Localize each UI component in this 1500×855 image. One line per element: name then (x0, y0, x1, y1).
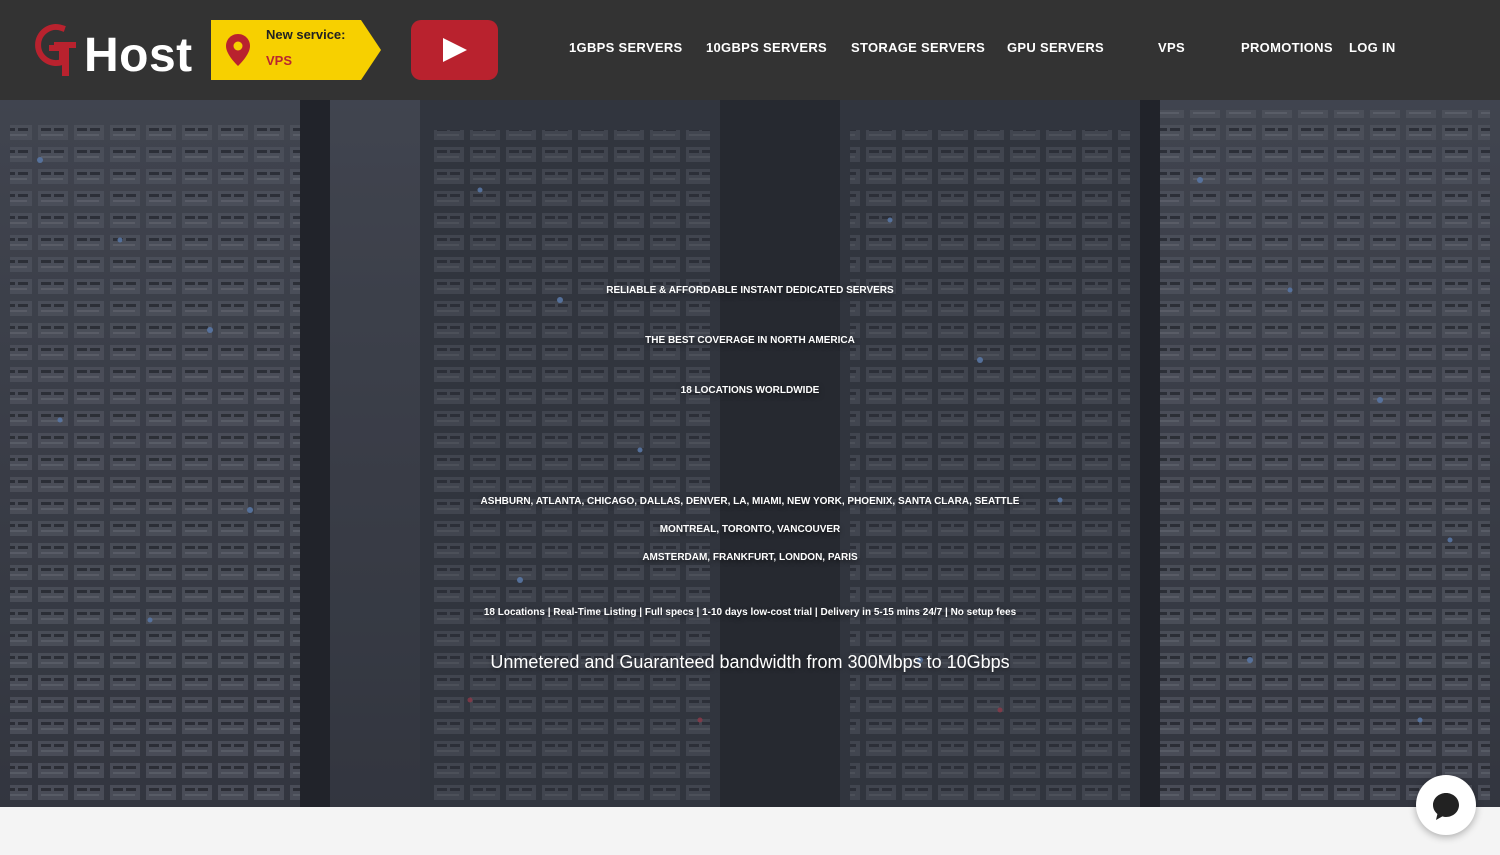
logo-g-icon (35, 24, 76, 76)
map-pin-icon (226, 34, 250, 66)
logo-text: Host (84, 29, 193, 82)
nav-storage-servers[interactable]: STORAGE SERVERS (851, 40, 985, 55)
hero-headline-2: THE BEST COVERAGE IN NORTH AMERICA (645, 335, 855, 346)
hero-locations-us: ASHBURN, ATLANTA, CHICAGO, DALLAS, DENVE… (480, 496, 1020, 507)
hero-headline-3: 18 LOCATIONS WORLDWIDE (680, 385, 820, 396)
nav-gpu-servers[interactable]: GPU SERVERS (1007, 40, 1104, 55)
hero-locations-europe: AMSTERDAM, FRANKFURT, LONDON, PARIS (642, 552, 858, 563)
hero-bandwidth: Unmetered and Guaranteed bandwidth from … (490, 652, 1010, 672)
hero-features: 18 Locations | Real-Time Listing | Full … (483, 607, 1017, 618)
play-icon (443, 38, 467, 62)
nav-promotions[interactable]: PROMOTIONS (1241, 40, 1333, 55)
promo-banner[interactable]: New service: VPS (211, 20, 381, 80)
nav-log-in[interactable]: LOG IN (1349, 40, 1396, 55)
video-play-button[interactable] (411, 20, 498, 80)
chat-widget-button[interactable] (1416, 775, 1476, 835)
nav-10gbps-servers[interactable]: 10GBPS SERVERS (706, 40, 827, 55)
promo-label: New service: (266, 27, 346, 42)
hero-overlay (0, 100, 1500, 807)
site-header: Host New service: VPS 1GBPS SERVERS 10GB… (0, 0, 1500, 100)
promo-service: VPS (266, 53, 293, 68)
site-logo[interactable]: Host (32, 20, 197, 82)
hero-headline-1: RELIABLE & AFFORDABLE INSTANT DEDICATED … (606, 285, 894, 296)
hero-section: RELIABLE & AFFORDABLE INSTANT DEDICATED … (0, 100, 1500, 807)
hero-locations-canada: MONTREAL, TORONTO, VANCOUVER (659, 524, 841, 535)
chat-bubble-icon (1433, 793, 1459, 820)
nav-1gbps-servers[interactable]: 1GBPS SERVERS (569, 40, 682, 55)
nav-vps[interactable]: VPS (1158, 40, 1185, 55)
